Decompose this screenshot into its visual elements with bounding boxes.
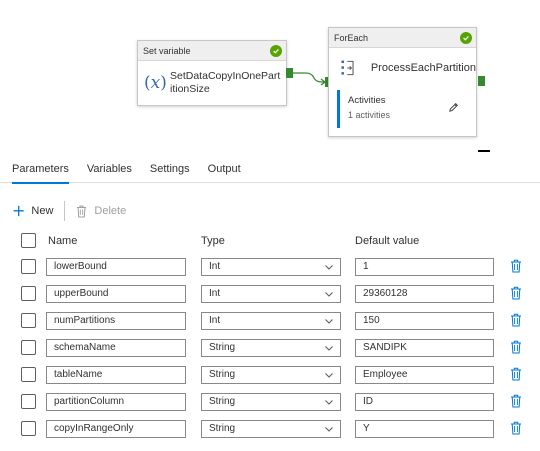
success-check-icon [460,32,472,44]
delete-row-trash-icon[interactable] [510,394,522,408]
delete-row-trash-icon[interactable] [510,340,522,354]
parameter-default-value-input[interactable]: 1 [355,258,494,276]
chevron-down-icon [325,400,333,405]
delete-row-trash-icon[interactable] [510,313,522,327]
delete-row-trash-icon[interactable] [510,259,522,273]
chevron-down-icon [325,319,333,324]
parameter-type-value: Int [209,315,221,326]
parameter-type-value: String [209,396,236,407]
delete-row-trash-icon[interactable] [510,421,522,435]
parameter-type-select[interactable]: String [201,420,341,438]
set-variable-type-label: Set variable [143,45,191,56]
edit-pencil-icon[interactable] [448,102,459,113]
parameter-default-value-input[interactable]: ID [355,393,494,411]
row-checkbox[interactable] [21,394,36,409]
chevron-down-icon [325,427,333,432]
table-row: upperBound Int 29360128 [0,281,540,308]
column-header-name: Name [48,235,78,247]
row-checkbox[interactable] [21,340,36,355]
column-header-default-value: Default value [355,235,420,247]
new-button-label: New [31,205,54,217]
table-row: partitionColumn String ID [0,389,540,416]
set-variable-header: Set variable [138,41,286,61]
delete-button-label: Delete [94,205,127,217]
table-row: copyInRangeOnly String Y [0,416,540,443]
foreach-activity-name: ProcessEachPartition [370,62,476,74]
parameter-name-input[interactable]: lowerBound [46,258,186,276]
parameter-type-select[interactable]: String [201,366,341,384]
variable-x-icon: (x) [144,73,167,93]
parameter-type-select[interactable]: Int [201,312,341,330]
parameter-name-input[interactable]: copyInRangeOnly [46,420,186,438]
parameter-default-value-input[interactable]: SANDIPK [355,339,494,357]
set-variable-activity-name: SetDataCopyInOnePartitionSize [170,70,281,95]
parameter-default-value-input[interactable]: 150 [355,312,494,330]
parameter-type-value: String [209,369,236,380]
properties-tabs: Parameters Variables Settings Output [0,153,540,184]
parameter-default-value-input[interactable]: Y [355,420,494,438]
row-checkbox[interactable] [21,367,36,382]
chevron-down-icon [325,265,333,270]
select-all-checkbox[interactable] [21,233,36,248]
parameters-toolbar: + New Delete [12,200,126,222]
table-row: schemaName String SANDIPK [0,335,540,362]
delete-row-trash-icon[interactable] [510,286,522,300]
chevron-down-icon [325,346,333,351]
pipeline-canvas[interactable]: Set variable (x) SetDataCopyInOnePartiti… [0,0,540,150]
tab-parameters[interactable]: Parameters [0,153,78,184]
foreach-icon [341,60,354,76]
parameter-type-select[interactable]: String [201,339,341,357]
output-port[interactable] [286,68,293,78]
tab-variables[interactable]: Variables [78,153,141,183]
table-row: tableName String Employee [0,362,540,389]
success-check-icon [270,45,282,57]
parameter-type-value: String [209,342,236,353]
tab-output[interactable]: Output [199,153,250,183]
foreach-activity[interactable]: ForEach ProcessEachPartition Activities … [328,27,477,137]
parameter-name-input[interactable]: partitionColumn [46,393,186,411]
column-header-type: Type [201,235,225,247]
table-row: lowerBound Int 1 [0,254,540,281]
parameter-type-value: String [209,423,236,434]
foreach-activities-panel[interactable]: Activities 1 activities [337,90,469,128]
toolbar-divider [64,201,66,221]
output-port[interactable] [478,76,485,86]
chevron-down-icon [325,373,333,378]
parameter-name-input[interactable]: tableName [46,366,186,384]
new-parameter-button[interactable]: + New [12,201,54,220]
parameter-default-value-input[interactable]: 29360128 [355,285,494,303]
plus-icon: + [12,201,26,220]
foreach-header: ForEach [329,28,476,48]
parameter-name-input[interactable]: schemaName [46,339,186,357]
parameter-name-input[interactable]: upperBound [46,285,186,303]
set-variable-activity[interactable]: Set variable (x) SetDataCopyInOnePartiti… [137,40,287,106]
parameter-default-value-input[interactable]: Employee [355,366,494,384]
parameter-type-select[interactable]: Int [201,285,341,303]
table-row: numPartitions Int 150 [0,308,540,335]
parameter-type-value: Int [209,288,221,299]
trash-icon [77,205,87,217]
parameters-grid-header: Name Type Default value [0,230,540,252]
parameter-type-select[interactable]: Int [201,258,341,276]
delete-parameter-button[interactable]: Delete [76,205,126,218]
parameter-name-input[interactable]: numPartitions [46,312,186,330]
row-checkbox[interactable] [21,259,36,274]
panel-resize-handle[interactable] [478,150,490,152]
foreach-type-label: ForEach [334,32,369,43]
delete-row-trash-icon[interactable] [510,367,522,381]
parameter-type-select[interactable]: String [201,393,341,411]
tab-settings[interactable]: Settings [141,153,199,183]
row-checkbox[interactable] [21,421,36,436]
parameter-type-value: Int [209,261,221,272]
row-checkbox[interactable] [21,286,36,301]
chevron-down-icon [325,292,333,297]
row-checkbox[interactable] [21,313,36,328]
